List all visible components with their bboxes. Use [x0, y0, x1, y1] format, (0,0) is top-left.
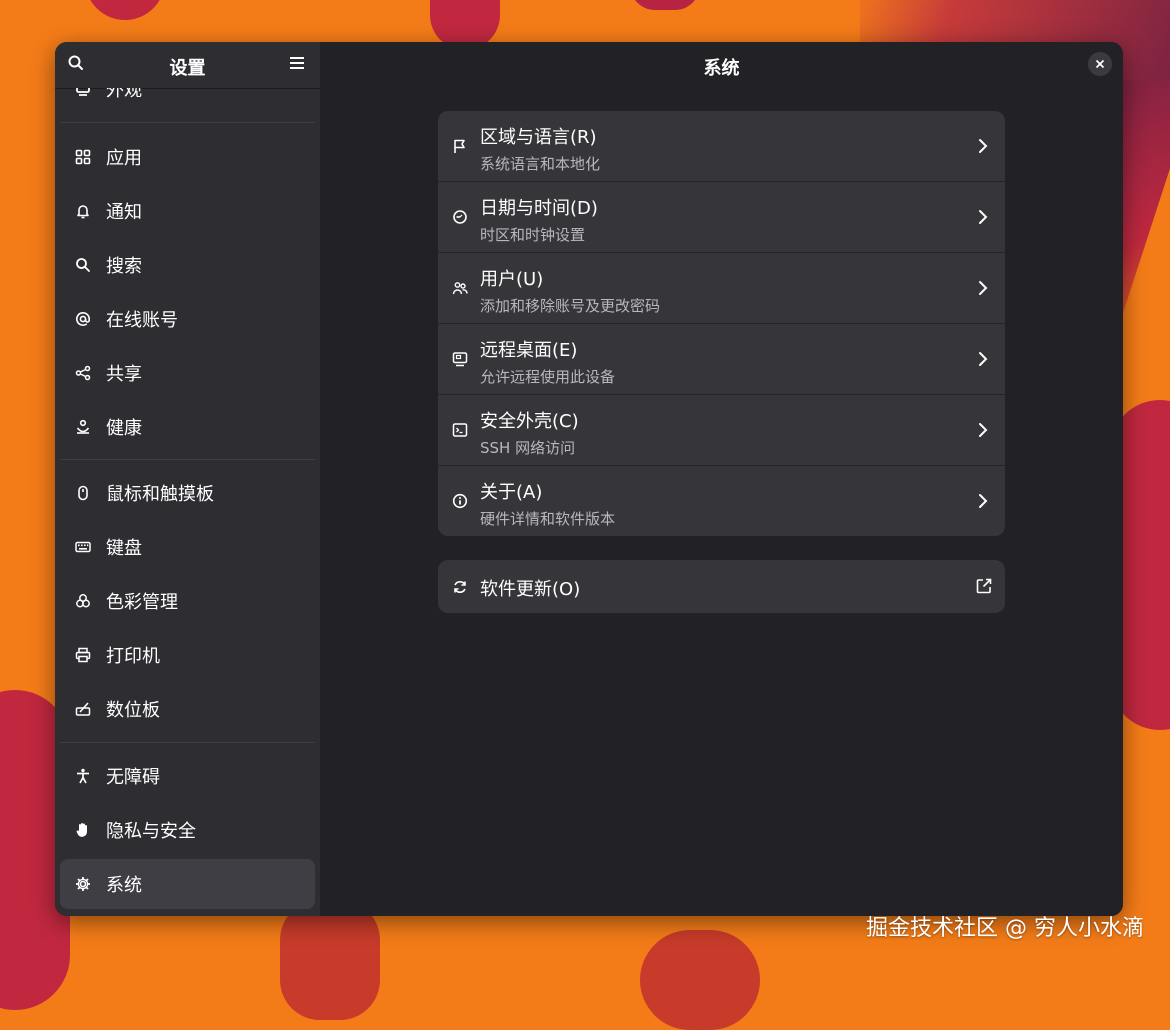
sidebar-item-tablet[interactable]: 数位板 [60, 684, 315, 734]
external-link-icon [976, 578, 992, 594]
sidebar-item-online-accounts[interactable]: 在线账号 [60, 294, 315, 344]
chevron-right-icon [979, 352, 988, 366]
sidebar-item-label: 通知 [106, 202, 142, 223]
remote-desktop-icon [451, 350, 469, 368]
chevron-right-icon [979, 494, 988, 508]
row-subtitle: SSH 网络访问 [480, 439, 576, 457]
software-update-group: 软件更新(O) [438, 560, 1005, 613]
color-icon [74, 592, 92, 610]
row-subtitle: 时区和时钟设置 [480, 226, 586, 244]
row-title: 日期与时间(D) [480, 198, 598, 219]
sidebar-list: 外观 应用 通知 搜索 在线账号 共享 健康 鼠标和触摸板 键盘 色彩管理 打印… [55, 88, 320, 916]
sidebar-item-label: 色彩管理 [106, 592, 178, 613]
gear-icon [74, 875, 92, 893]
chevron-right-icon [979, 281, 988, 295]
row-secure-shell[interactable]: 安全外壳(C) SSH 网络访问 [438, 395, 1005, 466]
sidebar-item-system[interactable]: 系统 [60, 859, 315, 909]
row-software-update[interactable]: 软件更新(O) [438, 560, 1005, 613]
clock-icon [451, 208, 469, 226]
sidebar-header: 设置 [55, 42, 320, 89]
main-panel: 系统 区域与语言(R) 系统语言和本地化 日期与时间(D) 时区和时钟设置 用户… [320, 42, 1123, 916]
sidebar-item-sharing[interactable]: 共享 [60, 348, 315, 398]
printer-icon [74, 646, 92, 664]
row-title: 远程桌面(E) [480, 340, 578, 361]
tablet-icon [74, 700, 92, 718]
at-icon [74, 310, 92, 328]
row-about[interactable]: 关于(A) 硬件详情和软件版本 [438, 466, 1005, 536]
sidebar-item-notifications[interactable]: 通知 [60, 186, 315, 236]
row-remote-desktop[interactable]: 远程桌面(E) 允许远程使用此设备 [438, 324, 1005, 395]
sidebar-item-mouse[interactable]: 鼠标和触摸板 [60, 468, 315, 518]
sidebar-item-color[interactable]: 色彩管理 [60, 576, 315, 626]
sidebar-item-label: 数位板 [106, 700, 160, 721]
sidebar-item-label: 系统 [106, 875, 142, 896]
sidebar-item-label: 无障碍 [106, 767, 160, 788]
sidebar-item-label: 隐私与安全 [106, 821, 196, 842]
share-icon [74, 364, 92, 382]
wallpaper-shape [630, 0, 700, 10]
row-title: 软件更新(O) [480, 579, 581, 600]
mouse-icon [74, 484, 92, 502]
sidebar-item-label: 共享 [106, 364, 142, 385]
search-icon [74, 256, 92, 274]
users-icon [451, 279, 469, 297]
settings-window: 设置 外观 应用 通知 搜索 在线账号 共享 健康 鼠标和触摸板 键盘 色彩管理… [55, 42, 1123, 916]
appearance-icon [74, 88, 92, 98]
wallpaper-shape [280, 900, 380, 1020]
hand-icon [74, 821, 92, 839]
wallpaper-shape [640, 930, 760, 1030]
sidebar-item-label: 键盘 [106, 538, 142, 559]
divider [60, 742, 315, 743]
close-icon [1095, 59, 1105, 69]
sidebar-item-apps[interactable]: 应用 [60, 132, 315, 182]
sidebar: 设置 外观 应用 通知 搜索 在线账号 共享 健康 鼠标和触摸板 键盘 色彩管理… [55, 42, 320, 916]
sidebar-item-keyboard[interactable]: 键盘 [60, 522, 315, 572]
row-subtitle: 添加和移除账号及更改密码 [480, 297, 661, 315]
sidebar-item-label: 搜索 [106, 256, 142, 277]
sidebar-item-appearance[interactable]: 外观 [60, 88, 315, 114]
watermark: 掘金技术社区 @ 穷人小水滴 [866, 916, 1144, 941]
refresh-icon [451, 578, 469, 596]
bell-icon [74, 202, 92, 220]
flag-icon [451, 137, 469, 155]
accessibility-icon [74, 767, 92, 785]
chevron-right-icon [979, 423, 988, 437]
system-options-group: 区域与语言(R) 系统语言和本地化 日期与时间(D) 时区和时钟设置 用户(U)… [438, 111, 1005, 536]
sidebar-item-printers[interactable]: 打印机 [60, 630, 315, 680]
sidebar-item-label: 在线账号 [106, 310, 178, 331]
wellbeing-icon [74, 418, 92, 436]
row-date-time[interactable]: 日期与时间(D) 时区和时钟设置 [438, 182, 1005, 253]
row-region-language[interactable]: 区域与语言(R) 系统语言和本地化 [438, 111, 1005, 182]
apps-icon [74, 148, 92, 166]
sidebar-item-label: 健康 [106, 418, 142, 439]
divider [60, 122, 315, 123]
sidebar-item-privacy[interactable]: 隐私与安全 [60, 805, 315, 855]
row-subtitle: 系统语言和本地化 [480, 155, 601, 173]
sidebar-item-accessibility[interactable]: 无障碍 [60, 751, 315, 801]
info-icon [451, 492, 469, 510]
sidebar-item-search[interactable]: 搜索 [60, 240, 315, 290]
sidebar-item-wellbeing[interactable]: 健康 [60, 402, 315, 452]
row-users[interactable]: 用户(U) 添加和移除账号及更改密码 [438, 253, 1005, 324]
close-button[interactable] [1088, 52, 1112, 76]
chevron-right-icon [979, 210, 988, 224]
divider [60, 459, 315, 460]
chevron-right-icon [979, 139, 988, 153]
terminal-icon [451, 421, 469, 439]
page-title: 系统 [703, 58, 740, 79]
row-subtitle: 允许远程使用此设备 [480, 368, 616, 386]
keyboard-icon [74, 538, 92, 556]
sidebar-item-label: 打印机 [106, 646, 160, 667]
row-subtitle: 硬件详情和软件版本 [480, 510, 616, 528]
row-title: 关于(A) [480, 482, 543, 503]
row-title: 用户(U) [480, 269, 544, 290]
sidebar-item-label: 外观 [106, 88, 142, 101]
sidebar-item-label: 应用 [106, 148, 142, 169]
sidebar-title: 设置 [169, 58, 206, 79]
row-title: 安全外壳(C) [480, 411, 579, 432]
wallpaper-shape [85, 0, 165, 20]
row-title: 区域与语言(R) [480, 127, 597, 148]
sidebar-item-label: 鼠标和触摸板 [106, 484, 214, 505]
menu-icon[interactable] [288, 54, 310, 76]
